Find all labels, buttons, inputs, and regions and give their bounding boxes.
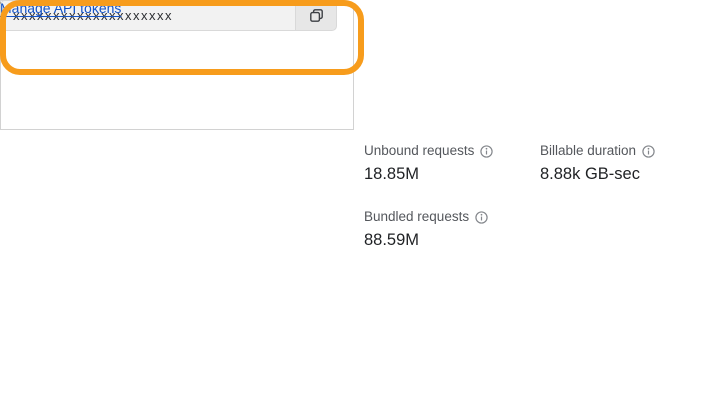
stat-unbound-requests: Unbound requests 18.85M — [364, 143, 534, 184]
stat-label: Unbound requests — [364, 143, 475, 158]
info-icon[interactable] — [480, 144, 494, 158]
copy-account-id-button[interactable] — [295, 0, 337, 31]
stat-bundled-requests: Bundled requests 88.59M — [364, 209, 534, 250]
divider — [0, 0, 332, 1]
info-icon[interactable] — [475, 210, 488, 224]
stat-value: 88.59M — [364, 231, 420, 249]
info-icon[interactable] — [642, 144, 655, 158]
manage-api-tokens-link[interactable]: Manage API tokens — [0, 0, 121, 16]
stat-value: 8.88k GB-sec — [540, 165, 640, 183]
stat-billable-duration: Billable duration 8.88k GB-sec — [540, 143, 710, 184]
stat-label: Billable duration — [540, 143, 637, 158]
stat-label: Bundled requests — [364, 209, 470, 224]
stat-value: 18.85M — [364, 165, 420, 183]
copy-icon — [309, 8, 324, 23]
